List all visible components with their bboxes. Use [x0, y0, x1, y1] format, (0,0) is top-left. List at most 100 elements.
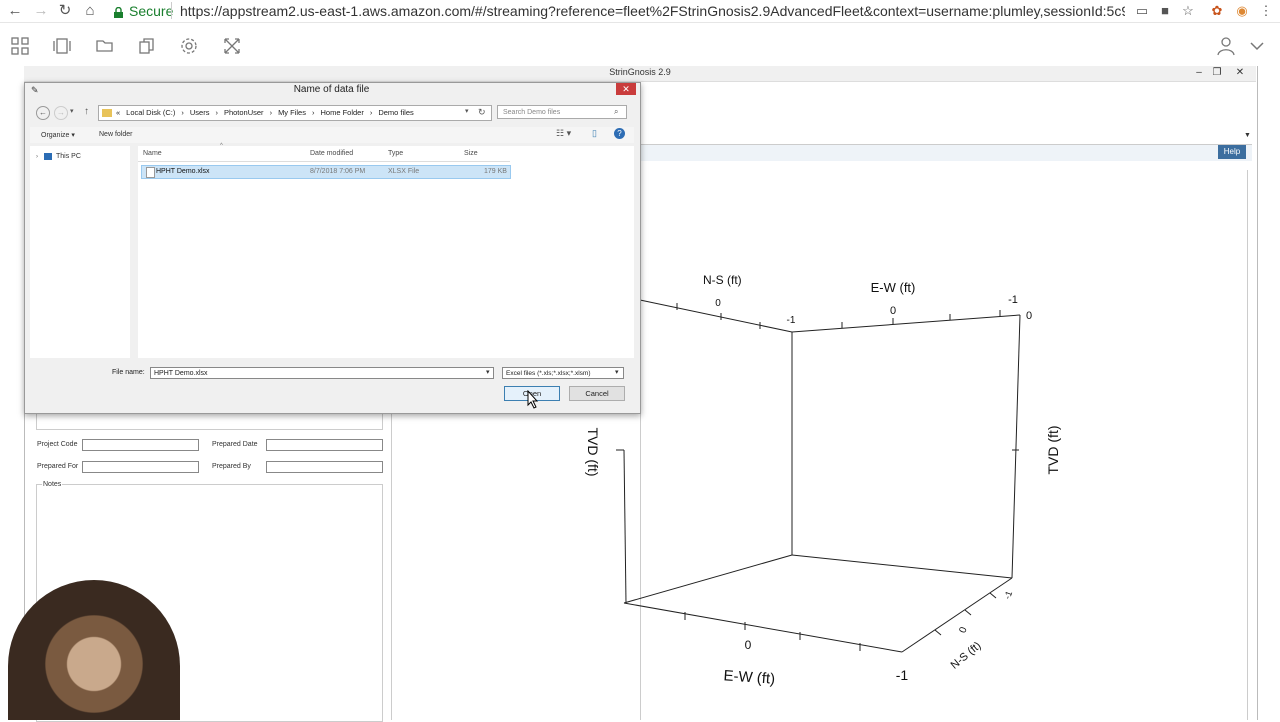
- breadcrumb[interactable]: Home Folder: [320, 106, 363, 120]
- prepared-for-label: Prepared For: [37, 463, 79, 470]
- prepared-for-field[interactable]: [82, 461, 199, 473]
- forward-icon[interactable]: →: [54, 106, 68, 120]
- column-header-type[interactable]: Type: [388, 150, 403, 157]
- project-code-field[interactable]: [82, 439, 199, 451]
- reload-icon[interactable]: ↻: [56, 2, 74, 20]
- extension-icon[interactable]: ✿: [1209, 3, 1225, 19]
- user-icon[interactable]: [1216, 36, 1236, 56]
- file-name-input[interactable]: HPHT Demo.xlsx: [150, 367, 494, 379]
- breadcrumb-separator: ›: [311, 108, 315, 117]
- apps-grid-icon[interactable]: [10, 36, 30, 56]
- dialog-title: Name of data file: [293, 84, 370, 95]
- breadcrumb[interactable]: PhotonUser: [224, 106, 264, 120]
- nav-item-this-pc[interactable]: This PC: [56, 153, 81, 160]
- collapse-arrow-icon[interactable]: ▼: [1244, 132, 1251, 139]
- breadcrumb[interactable]: Local Disk (C:): [126, 106, 175, 120]
- fullscreen-icon[interactable]: [222, 36, 242, 56]
- view-options-icon[interactable]: ☷ ▾: [556, 128, 571, 139]
- column-header-name[interactable]: Name: [143, 150, 162, 157]
- file-type-select[interactable]: Excel files (*.xls;*.xlsx;*.xlsm): [502, 367, 624, 379]
- mouse-cursor-icon: [527, 389, 539, 415]
- refresh-icon[interactable]: ↻: [478, 105, 486, 119]
- address-bar[interactable]: « Local Disk (C:) › Users › PhotonUser › My Fil…: [98, 105, 492, 121]
- breadcrumb[interactable]: My Files: [278, 106, 306, 120]
- breadcrumb[interactable]: «: [116, 106, 120, 120]
- address-dropdown-icon[interactable]: ▾: [465, 106, 469, 118]
- file-type: XLSX File: [388, 168, 420, 175]
- home-icon[interactable]: ⌂: [81, 2, 99, 20]
- bottom-ns-axis-label: N-S (ft): [949, 640, 984, 672]
- tick-label: -1: [787, 315, 796, 326]
- help-button[interactable]: Help: [1218, 145, 1246, 159]
- preview-pane-icon[interactable]: ▯: [592, 128, 597, 139]
- copy-icon[interactable]: [137, 36, 157, 56]
- recent-locations-icon[interactable]: ▾: [70, 106, 74, 118]
- file-icon: [146, 167, 155, 178]
- divider: [391, 412, 392, 720]
- column-header-size[interactable]: Size: [464, 150, 478, 157]
- breadcrumb[interactable]: Demo files: [378, 106, 413, 120]
- close-icon[interactable]: ✕: [1232, 66, 1248, 80]
- chevron-down-icon[interactable]: [1247, 36, 1267, 56]
- new-folder-button[interactable]: New folder: [99, 131, 132, 138]
- gear-icon[interactable]: [179, 36, 199, 56]
- expand-icon[interactable]: ›: [36, 154, 38, 160]
- chevron-down-icon[interactable]: ▾: [615, 368, 619, 376]
- top-ew-axis-label: E-W (ft): [871, 280, 916, 295]
- file-name: HPHT Demo.xlsx: [156, 168, 210, 175]
- notes-label: Notes: [42, 481, 63, 488]
- search-input[interactable]: Search Demo files: [497, 105, 627, 119]
- search-icon: ⌕: [614, 107, 619, 116]
- tvd-left-axis-label: TVD (ft): [585, 428, 601, 477]
- folder-icon[interactable]: [95, 36, 115, 56]
- folder-icon: [102, 109, 112, 118]
- cancel-button[interactable]: Cancel: [569, 386, 625, 401]
- chevron-down-icon[interactable]: ▾: [486, 368, 490, 376]
- breadcrumb-separator: ›: [181, 108, 184, 117]
- star-icon[interactable]: ☆: [1180, 3, 1196, 19]
- help-strip: [640, 144, 1252, 161]
- breadcrumb-separator: ›: [269, 108, 273, 117]
- secure-label: Secure: [129, 3, 174, 19]
- tick-label: 0: [745, 638, 752, 652]
- dialog-close-button[interactable]: ✕: [616, 83, 636, 95]
- top-ns-axis-label: N-S (ft): [703, 273, 742, 287]
- column-header-date-modified[interactable]: Date modified: [310, 150, 353, 157]
- back-icon[interactable]: ←: [6, 2, 24, 20]
- file-date-modified: 8/7/2018 7:06 PM: [310, 168, 366, 175]
- navigation-pane: [30, 146, 130, 358]
- clipboard-icon[interactable]: ▭: [1134, 3, 1150, 19]
- form-box: [36, 412, 383, 430]
- help-icon[interactable]: ?: [614, 128, 625, 139]
- plot-3d: N-S (ft) 0 -1 E-W (ft) 0 -1 0 TVD (ft) T…: [585, 273, 1061, 688]
- chrome-extension-icon[interactable]: ◉: [1234, 3, 1250, 19]
- computer-icon: [44, 153, 52, 160]
- organize-menu[interactable]: Organize ▾: [41, 131, 75, 139]
- prepared-by-field[interactable]: [266, 461, 383, 473]
- file-name-label: File name:: [112, 369, 145, 376]
- restore-icon[interactable]: ❐: [1209, 66, 1225, 80]
- up-folder-icon[interactable]: ↑: [84, 105, 89, 119]
- breadcrumb[interactable]: Users: [190, 106, 210, 120]
- lock-icon: [114, 5, 123, 18]
- tick-label: -1: [896, 667, 909, 683]
- sort-arrow-icon: ^: [220, 143, 223, 149]
- app-title: StrinGnosis 2.9: [609, 67, 671, 77]
- prepared-date-field[interactable]: [266, 439, 383, 451]
- tvd-right-axis-label: TVD (ft): [1045, 426, 1061, 475]
- back-icon[interactable]: ←: [36, 106, 50, 120]
- windows-icon[interactable]: [52, 36, 72, 56]
- breadcrumb-separator: ›: [215, 108, 218, 117]
- prepared-date-label: Prepared Date: [212, 441, 258, 448]
- camera-icon[interactable]: ■: [1157, 3, 1173, 19]
- divider: [171, 2, 172, 19]
- tick-label: -1: [1002, 589, 1014, 600]
- file-size: 179 KB: [484, 168, 507, 175]
- minimize-icon[interactable]: –: [1191, 66, 1207, 80]
- project-code-label: Project Code: [37, 441, 78, 448]
- breadcrumb-separator: ›: [369, 108, 373, 117]
- bottom-ew-axis-label: E-W (ft): [723, 667, 776, 688]
- url-field[interactable]: https://appstream2.us-east-1.aws.amazon.…: [180, 2, 1125, 20]
- forward-icon[interactable]: →: [32, 2, 50, 20]
- menu-icon[interactable]: ⋮: [1258, 3, 1274, 19]
